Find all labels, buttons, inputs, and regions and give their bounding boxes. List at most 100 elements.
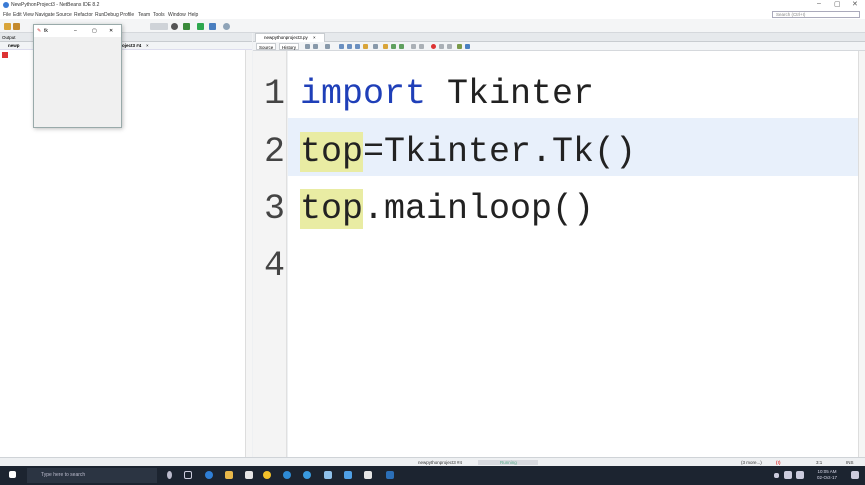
notepad-icon[interactable] [364, 471, 372, 479]
stop-macro-icon[interactable] [439, 44, 444, 49]
clean-build-icon[interactable] [183, 23, 190, 30]
file-tab-close-icon[interactable]: × [313, 35, 316, 40]
build-icon[interactable] [171, 23, 178, 30]
notification-icon[interactable]: (!) [776, 460, 781, 465]
code-text: .mainloop() [363, 189, 595, 229]
menu-team[interactable]: Team [138, 12, 150, 18]
menu-refactor[interactable]: Refactor [74, 12, 93, 18]
python-icon[interactable] [386, 471, 394, 479]
config-select[interactable] [150, 23, 168, 30]
tk-window[interactable]: ✎ tk – ▢ ✕ [33, 24, 122, 128]
menu-source[interactable]: Source [56, 12, 72, 18]
menu-navigate[interactable]: Navigate [35, 12, 55, 18]
find-icon[interactable] [339, 44, 344, 49]
find-next-icon[interactable] [355, 44, 360, 49]
minimize-button[interactable]: – [817, 0, 821, 7]
keyboard-icon[interactable] [796, 471, 804, 479]
profile-icon[interactable] [223, 23, 230, 30]
forward-icon[interactable] [325, 44, 330, 49]
debug-icon[interactable] [209, 23, 216, 30]
editor-toolbar: Source History [253, 42, 865, 51]
code-identifier-highlight: top [300, 132, 364, 172]
shift-left-icon[interactable] [411, 44, 416, 49]
taskbar-search-input[interactable]: Type here to search [27, 468, 157, 483]
status-running: Running [500, 460, 517, 465]
run-icon[interactable] [197, 23, 204, 30]
microphone-icon[interactable] [167, 471, 172, 479]
toggle-bookmark-icon[interactable] [399, 44, 404, 49]
toggle-rect-icon[interactable] [373, 44, 378, 49]
store-icon[interactable] [245, 471, 253, 479]
notifications-icon[interactable] [851, 471, 859, 479]
line-number: 2 [263, 132, 285, 172]
status-project[interactable]: newpythonproject3 #4 [418, 460, 462, 465]
app-icon[interactable] [324, 471, 332, 479]
shift-right-icon[interactable] [419, 44, 424, 49]
menu-file[interactable]: File [3, 12, 11, 18]
status-bar: newpythonproject3 #4 Running (3 more...)… [0, 457, 865, 466]
menu-view[interactable]: View [23, 12, 34, 18]
output-subtab-label-right[interactable]: oject3 #4 [122, 43, 141, 48]
code-text: =Tkinter.Tk() [363, 132, 637, 172]
status-more[interactable]: (3 more...) [741, 460, 762, 465]
next-bookmark-icon[interactable] [391, 44, 396, 49]
prev-bookmark-icon[interactable] [383, 44, 388, 49]
graph-icon[interactable] [465, 44, 470, 49]
start-icon[interactable] [9, 471, 16, 478]
menu-edit[interactable]: Edit [13, 12, 22, 18]
output-scrollbar[interactable] [245, 50, 252, 457]
stop-icon[interactable] [2, 52, 8, 58]
search-input[interactable]: Search (Ctrl+I) [772, 11, 860, 18]
tab-source[interactable]: Source [256, 43, 277, 50]
new-file-icon[interactable] [4, 23, 11, 30]
app-icon[interactable] [283, 471, 291, 479]
menu-window[interactable]: Window [168, 12, 186, 18]
menu-help[interactable]: Help [188, 12, 198, 18]
code-line[interactable]: import Tkinter [300, 72, 594, 117]
tab-output[interactable]: Output [2, 35, 16, 40]
menu-profile[interactable]: Profile [120, 12, 134, 18]
taskbar-clock[interactable]: 10:05 AM 02-Oct-17 [817, 469, 837, 481]
line-number: 4 [263, 246, 285, 286]
line-number: 3 [263, 189, 285, 229]
find-prev-icon[interactable] [347, 44, 352, 49]
edge-icon[interactable] [205, 471, 213, 479]
taskbar: Type here to search 10:05 AM 02-Oct-17 [0, 466, 865, 485]
comment-icon[interactable] [447, 44, 452, 49]
tk-minimize-button[interactable]: – [74, 28, 77, 34]
close-button[interactable]: ✕ [852, 0, 858, 8]
output-subtab-label[interactable]: newp [8, 43, 20, 48]
tab-history[interactable]: History [279, 43, 300, 50]
toggle-highlight-icon[interactable] [363, 44, 368, 49]
menu-run[interactable]: Run [95, 12, 104, 18]
back-icon[interactable] [313, 44, 318, 49]
tk-close-button[interactable]: ✕ [109, 28, 113, 34]
code-text: Tkinter [426, 74, 595, 114]
title-bar: NewPythonProject3 - NetBeans IDE 8.2 – ▢… [0, 0, 865, 10]
menu-tools[interactable]: Tools [153, 12, 165, 18]
output-subtab-close-icon[interactable]: × [146, 43, 149, 48]
tk-feather-icon: ✎ [37, 28, 42, 34]
uncomment-icon[interactable] [457, 44, 462, 49]
tk-title: tk [44, 28, 48, 34]
task-view-icon[interactable] [184, 471, 192, 479]
file-explorer-icon[interactable] [225, 471, 233, 479]
code-line[interactable]: top.mainloop() [300, 187, 594, 232]
tray-chevron-icon[interactable] [774, 473, 779, 478]
app-icon[interactable] [303, 471, 311, 479]
chrome-icon[interactable] [263, 471, 271, 479]
start-macro-icon[interactable] [431, 44, 436, 49]
editor-scrollbar[interactable] [858, 51, 865, 457]
app-icon[interactable] [344, 471, 352, 479]
last-edit-icon[interactable] [305, 44, 310, 49]
tab-file[interactable]: newpythonproject3.py × [255, 33, 325, 42]
menu-debug[interactable]: Debug [104, 12, 119, 18]
network-icon[interactable] [784, 471, 792, 479]
open-project-icon[interactable] [13, 23, 20, 30]
tk-maximize-button[interactable]: ▢ [92, 28, 97, 34]
code-line[interactable]: top=Tkinter.Tk() [300, 130, 636, 175]
netbeans-icon [3, 2, 9, 8]
window-title: NewPythonProject3 - NetBeans IDE 8.2 [11, 2, 100, 8]
tk-title-bar[interactable]: ✎ tk – ▢ ✕ [34, 25, 121, 37]
maximize-button[interactable]: ▢ [834, 0, 841, 8]
